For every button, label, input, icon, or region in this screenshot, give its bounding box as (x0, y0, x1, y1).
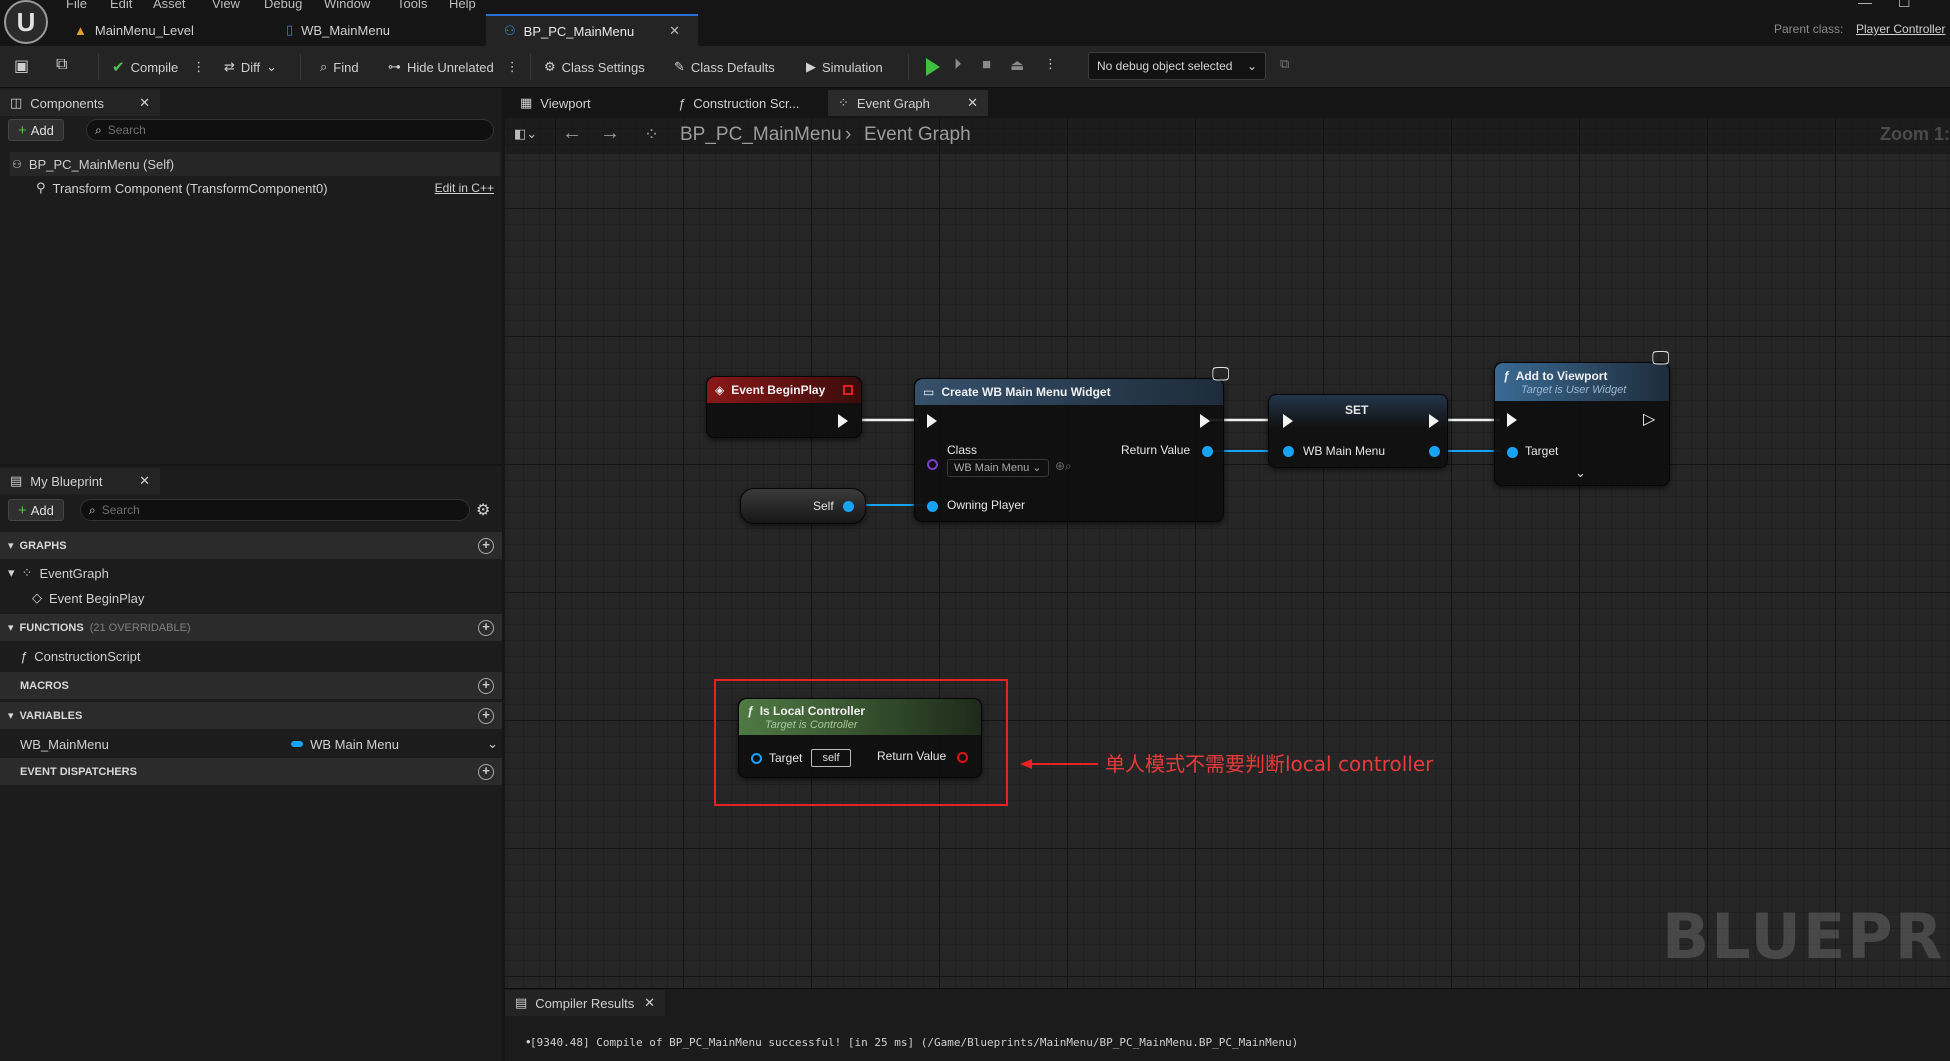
close-tab-icon[interactable]: ✕ (644, 995, 655, 1011)
browse-icon[interactable]: ⊕⌕ (1055, 459, 1072, 474)
node-title: Create WB Main Menu Widget (941, 385, 1111, 399)
node-subtitle: Target is User Widget (1521, 383, 1627, 396)
node-create-widget[interactable]: ▭ Create WB Main Menu Widget Class WB Ma… (914, 378, 1224, 522)
compiler-results-panel (505, 988, 1950, 1061)
node-title: Event BeginPlay (731, 383, 826, 397)
pin-label: Target (1525, 444, 1559, 458)
pin-label: WB Main Menu (1303, 444, 1386, 458)
annotation-arrow-icon (1020, 759, 1098, 769)
network-icon: 🖵 (1652, 348, 1670, 368)
compiler-results-tab[interactable]: ▤ Compiler Results ✕ (505, 990, 665, 1016)
set-value-pin[interactable] (1283, 446, 1294, 457)
exec-in-pin[interactable] (1507, 413, 1517, 427)
owning-player-pin[interactable] (927, 501, 938, 512)
exec-out-hollow-icon: ▷ (1643, 411, 1656, 428)
pin-label: Class (947, 443, 978, 457)
node-event-beginplay[interactable]: ◈ Event BeginPlay (706, 376, 862, 438)
return-value-pin[interactable] (1202, 446, 1213, 457)
widget-icon: ▭ (923, 385, 935, 399)
blueprint-watermark: BLUEPRINT (1662, 900, 1950, 973)
results-icon: ▤ (515, 995, 528, 1010)
expand-pins-icon[interactable]: ⌄ (1575, 465, 1586, 481)
pin-label: Owning Player (947, 498, 1026, 512)
node-title: Add to Viewport (1515, 368, 1608, 383)
network-icon: 🖵 (1212, 364, 1230, 384)
node-title: Self (813, 499, 834, 513)
node-add-to-viewport[interactable]: ƒ Add to Viewport Target is User Widget ▷… (1494, 362, 1670, 486)
annotation-text: 单人模式不需要判断local controller (1105, 752, 1434, 776)
node-wires (850, 418, 1502, 506)
pin-label: Return Value (1121, 443, 1191, 457)
compiler-tab-label: Compiler Results (535, 995, 635, 1011)
node-title: SET (1345, 403, 1369, 417)
node-self[interactable]: Self (740, 488, 866, 524)
class-select[interactable]: WB Main Menu ⌄ (947, 459, 1049, 477)
class-value: WB Main Menu (954, 462, 1030, 474)
exec-in-pin[interactable] (927, 414, 937, 428)
node-header: ƒ Add to Viewport Target is User Widget (1495, 363, 1669, 401)
annotation-highlight-box (714, 679, 1008, 806)
function-icon: ƒ (1503, 368, 1510, 383)
compiler-message[interactable]: [9340.48] Compile of BP_PC_MainMenu succ… (530, 1036, 1298, 1049)
delegate-pin-icon[interactable] (843, 385, 853, 395)
target-pin[interactable] (1507, 447, 1518, 458)
exec-out-pin[interactable] (838, 414, 848, 428)
node-header: ◈ Event BeginPlay (707, 377, 861, 403)
node-set[interactable]: SET WB Main Menu (1268, 394, 1448, 468)
self-out-pin[interactable] (843, 501, 854, 512)
exec-in-pin[interactable] (1283, 414, 1293, 428)
class-pin[interactable] (927, 459, 938, 470)
set-output-pin[interactable] (1429, 446, 1440, 457)
event-icon: ◈ (715, 383, 725, 397)
node-header: ▭ Create WB Main Menu Widget (915, 379, 1223, 405)
exec-out-pin[interactable] (1200, 414, 1210, 428)
exec-out-pin[interactable] (1429, 414, 1439, 428)
